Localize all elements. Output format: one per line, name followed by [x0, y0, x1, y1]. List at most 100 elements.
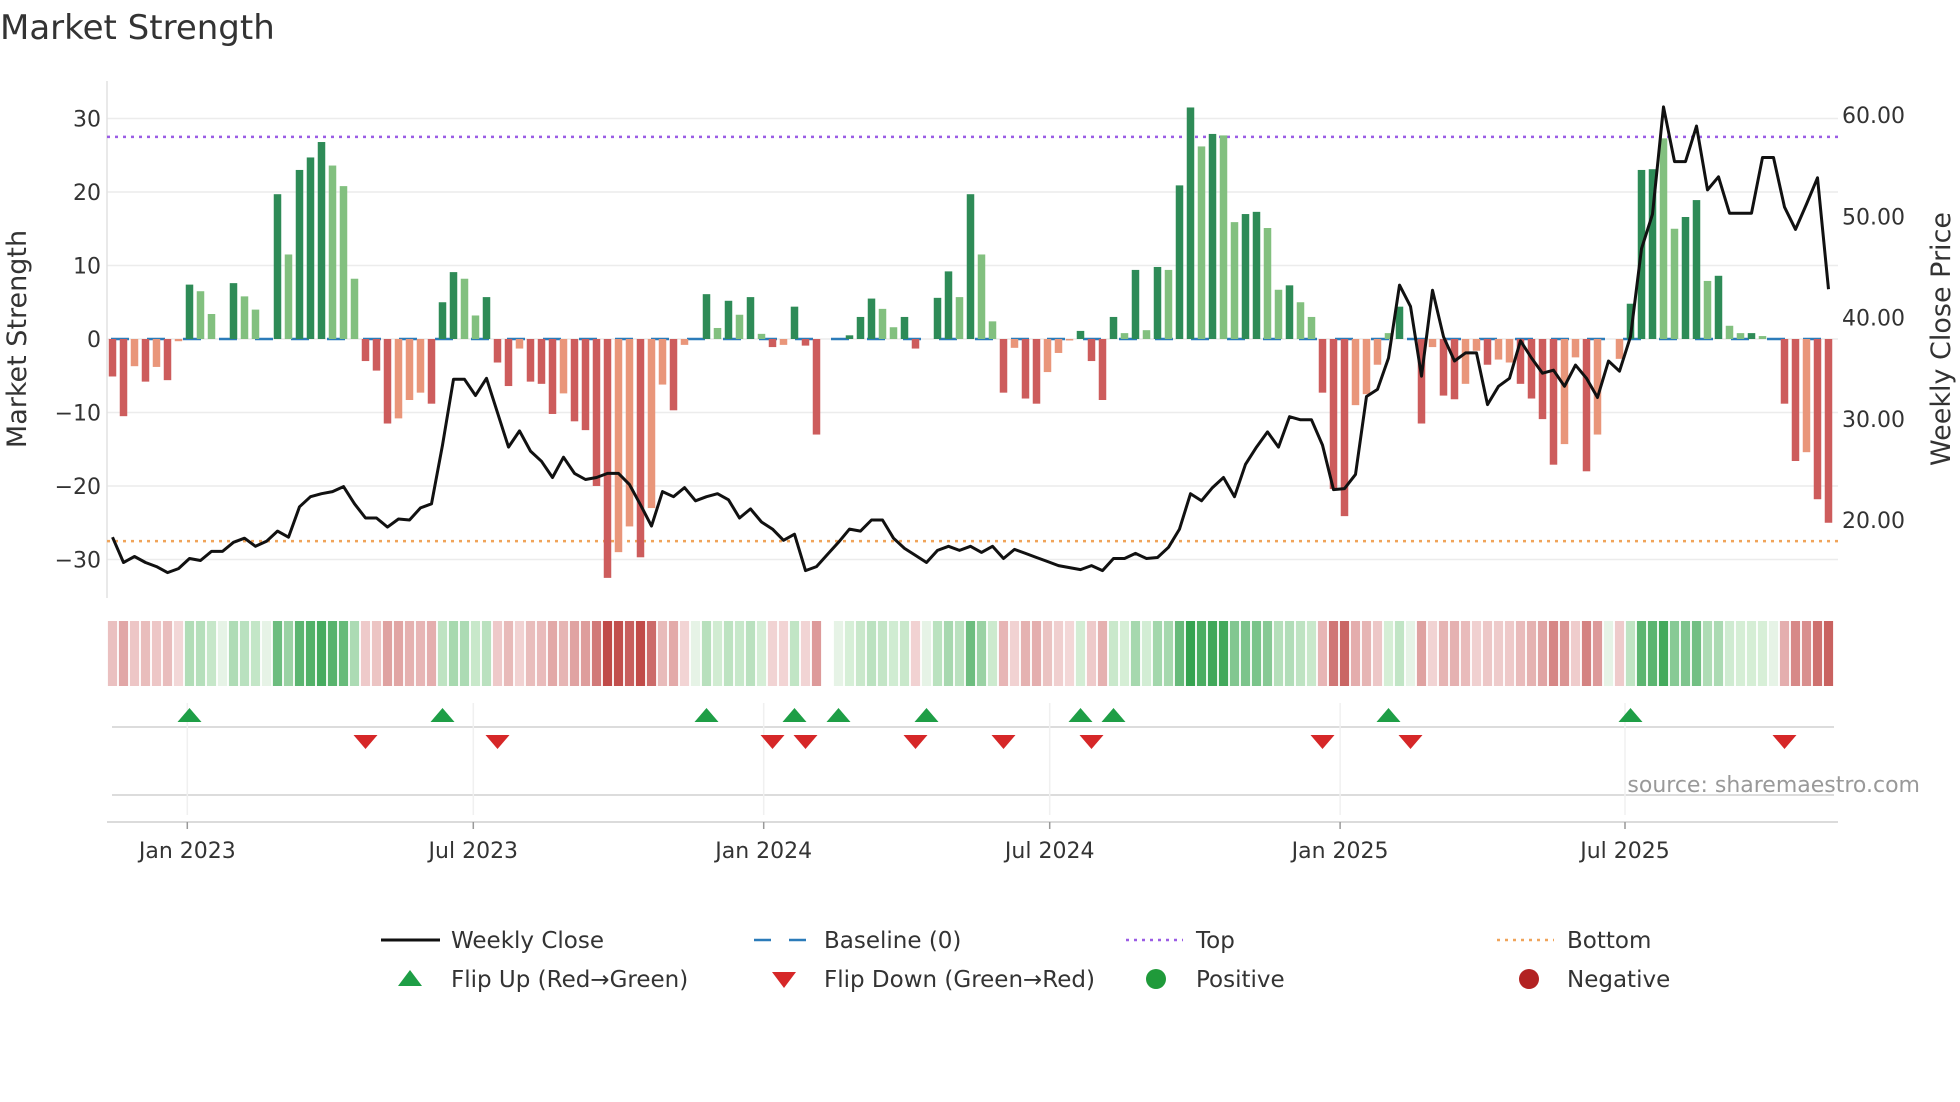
strength-bar — [1043, 339, 1052, 373]
y-tick-label: −10 — [55, 402, 101, 427]
strength-bar — [1681, 216, 1690, 339]
flip-down-icon — [1079, 735, 1104, 749]
y-tick-label: 30 — [73, 108, 101, 133]
strength-bar — [1758, 336, 1767, 339]
strength-bar — [1252, 211, 1261, 339]
heat-cell — [1251, 621, 1262, 686]
legend-item-baseline: Baseline (0) — [754, 928, 961, 954]
heat-cell — [635, 621, 646, 686]
y2-tick-label: 50.00 — [1842, 205, 1905, 230]
strength-bar — [130, 339, 139, 367]
heat-cell — [855, 621, 866, 686]
strength-bar — [515, 339, 524, 349]
strength-bar — [1274, 289, 1283, 339]
heat-cell — [1438, 621, 1449, 686]
strength-bar — [867, 298, 876, 339]
heat-cell — [1614, 621, 1625, 686]
source-label: source: sharemaestro.com — [1627, 773, 1920, 798]
heat-cell — [261, 621, 272, 686]
market-strength-chart: Market Strength 30 20 10 0 −10 −20 −30 60.00 50… — [0, 8, 1957, 993]
heat-cell — [1174, 621, 1185, 686]
heat-cell — [1130, 621, 1141, 686]
strength-bar — [889, 327, 898, 339]
strength-bar — [680, 339, 689, 345]
strength-bar — [900, 316, 909, 339]
strength-bar — [1527, 339, 1536, 399]
strength-bar — [845, 335, 854, 339]
strength-bar — [768, 339, 777, 348]
strength-bar — [603, 339, 612, 578]
strength-bar — [152, 339, 161, 367]
heat-cell — [1471, 621, 1482, 686]
heat-cell — [1152, 621, 1163, 686]
strength-bar — [999, 339, 1008, 393]
flip-up-icon — [177, 708, 202, 722]
heat-cell — [833, 621, 844, 686]
strength-bar — [1285, 285, 1294, 339]
heat-cell — [1757, 621, 1768, 686]
y2-tick-label: 40.00 — [1842, 307, 1905, 332]
heat-cell — [1108, 621, 1119, 686]
strength-bar — [1098, 339, 1107, 401]
strength-bar — [812, 339, 821, 435]
strength-bar — [328, 165, 337, 339]
strength-bar — [944, 271, 953, 339]
strength-bar — [427, 339, 436, 404]
strength-bar — [856, 316, 865, 339]
strength-bar — [1659, 138, 1668, 339]
heat-cell — [1537, 621, 1548, 686]
heat-cell — [1097, 621, 1108, 686]
heat-cell — [404, 621, 415, 686]
heat-cell — [217, 621, 228, 686]
flip-down-icon — [772, 972, 796, 988]
heat-cell — [965, 621, 976, 686]
heat-cell — [657, 621, 668, 686]
heat-cell — [800, 621, 811, 686]
strength-bar — [1824, 339, 1833, 523]
right-axis-ticks: 60.00 50.00 40.00 30.00 20.00 — [1842, 104, 1905, 534]
legend-item-bottom: Bottom — [1497, 928, 1651, 954]
strength-bar — [1703, 280, 1712, 339]
strength-bar — [284, 254, 293, 339]
heat-cell — [525, 621, 536, 686]
heat-cell — [1735, 621, 1746, 686]
strength-bar — [1241, 214, 1250, 339]
legend-label: Flip Down (Green→Red) — [824, 967, 1095, 993]
heat-cell — [1658, 621, 1669, 686]
heat-cell — [294, 621, 305, 686]
heat-cell — [1229, 621, 1240, 686]
flip-down-icon — [1772, 735, 1797, 749]
legend-item-down: Flip Down (Green→Red) — [772, 967, 1095, 993]
heat-cell — [1273, 621, 1284, 686]
strength-bar — [471, 315, 480, 339]
heat-cell — [459, 621, 470, 686]
strength-bar — [295, 169, 304, 339]
flip-up-icon — [782, 708, 807, 722]
strength-bar — [1307, 316, 1316, 339]
strength-bar — [669, 339, 678, 411]
heat-cell — [1768, 621, 1779, 686]
strength-bar — [559, 339, 568, 394]
strength-bar — [779, 339, 788, 345]
heat-cell — [1240, 621, 1251, 686]
flip-up-icon — [398, 970, 422, 986]
strength-bar — [1197, 146, 1206, 339]
heat-cell — [1295, 621, 1306, 686]
strength-bar — [1109, 316, 1118, 339]
heat-cell — [1801, 621, 1812, 686]
strength-bar — [1494, 339, 1503, 360]
strength-bar — [526, 339, 535, 382]
strength-bar — [966, 194, 975, 339]
heat-cell — [1702, 621, 1713, 686]
heat-cell — [514, 621, 525, 686]
heat-cell — [1328, 621, 1339, 686]
legend-item-pos: Positive — [1146, 967, 1285, 993]
y-tick-label: 10 — [73, 255, 101, 280]
heat-cell — [811, 621, 822, 686]
x-tick-label: Jul 2023 — [427, 839, 519, 864]
heat-cell — [844, 621, 855, 686]
flip-down-icon — [1398, 735, 1423, 749]
strength-bar — [1076, 330, 1085, 339]
heat-cell — [712, 621, 723, 686]
flip-up-icon — [826, 708, 851, 722]
